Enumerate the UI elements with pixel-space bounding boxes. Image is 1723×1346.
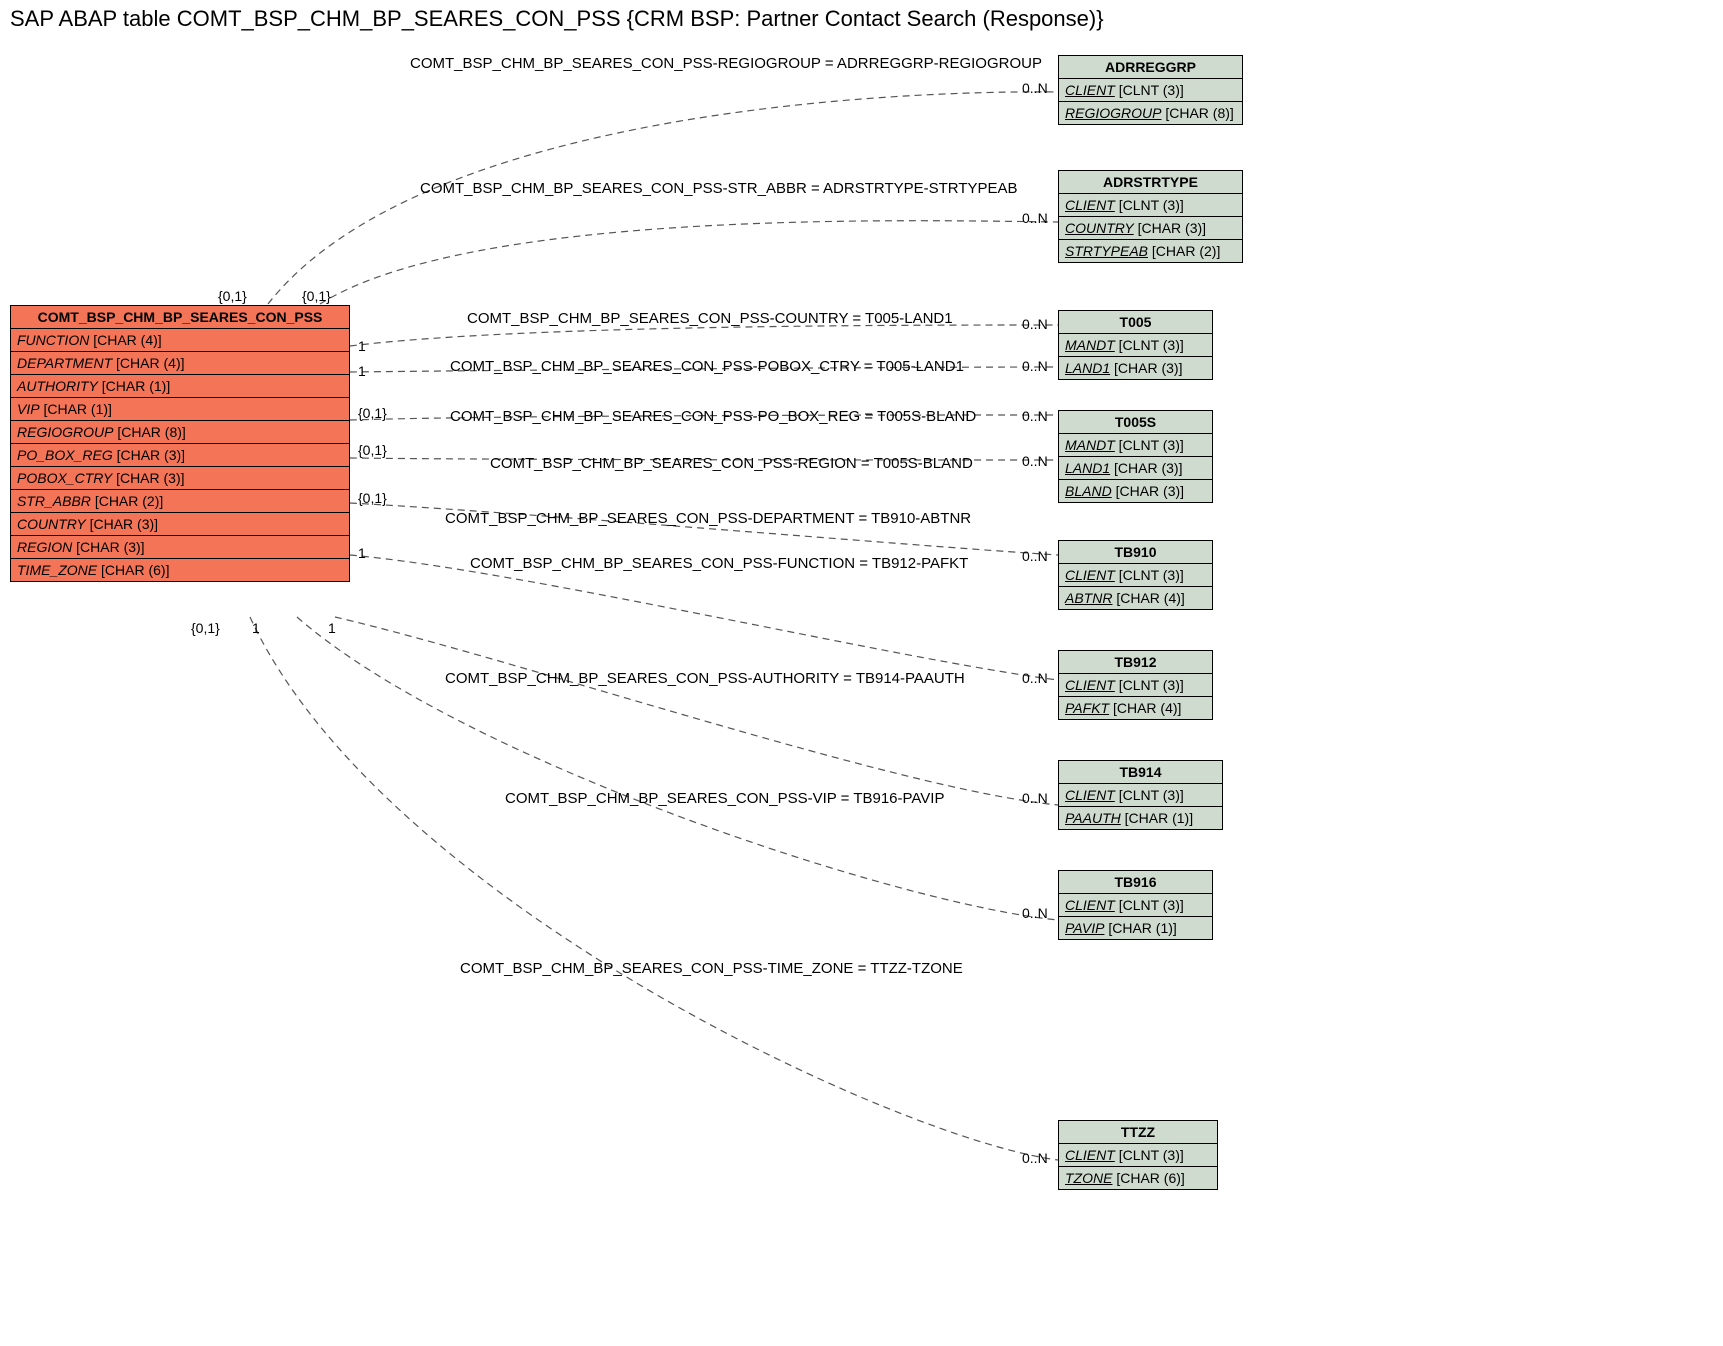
entity-header: TTZZ [1059,1121,1217,1144]
entity-field: CLIENT [CLNT (3)] [1059,79,1242,102]
entity-adrreggrp: ADRREGGRP CLIENT [CLNT (3)] REGIOGROUP [… [1058,55,1243,125]
relation-label: COMT_BSP_CHM_BP_SEARES_CON_PSS-AUTHORITY… [445,670,965,687]
cardinality-right: 0..N [1022,408,1048,424]
entity-field: DEPARTMENT [CHAR (4)] [11,352,349,375]
entity-field: REGIOGROUP [CHAR (8)] [1059,102,1242,124]
entity-adrstrtype: ADRSTRTYPE CLIENT [CLNT (3)] COUNTRY [CH… [1058,170,1243,263]
entity-tb912: TB912 CLIENT [CLNT (3)] PAFKT [CHAR (4)] [1058,650,1213,720]
entity-header: ADRSTRTYPE [1059,171,1242,194]
cardinality-right: 0..N [1022,790,1048,806]
entity-field: VIP [CHAR (1)] [11,398,349,421]
entity-field: PO_BOX_REG [CHAR (3)] [11,444,349,467]
entity-field: MANDT [CLNT (3)] [1059,334,1212,357]
entity-tb916: TB916 CLIENT [CLNT (3)] PAVIP [CHAR (1)] [1058,870,1213,940]
entity-field: PAFKT [CHAR (4)] [1059,697,1212,719]
entity-header: TB914 [1059,761,1222,784]
entity-field: BLAND [CHAR (3)] [1059,480,1212,502]
entity-field: CLIENT [CLNT (3)] [1059,894,1212,917]
entity-field: TIME_ZONE [CHAR (6)] [11,559,349,581]
cardinality-left: {0,1} [302,288,331,304]
cardinality-right: 0..N [1022,210,1048,226]
entity-field: STRTYPEAB [CHAR (2)] [1059,240,1242,262]
cardinality-right: 0..N [1022,358,1048,374]
page-title: SAP ABAP table COMT_BSP_CHM_BP_SEARES_CO… [10,6,1104,32]
entity-tb910: TB910 CLIENT [CLNT (3)] ABTNR [CHAR (4)] [1058,540,1213,610]
cardinality-left: {0,1} [218,288,247,304]
cardinality-right: 0..N [1022,548,1048,564]
relation-label: COMT_BSP_CHM_BP_SEARES_CON_PSS-TIME_ZONE… [460,960,963,977]
entity-field: FUNCTION [CHAR (4)] [11,329,349,352]
entity-field: TZONE [CHAR (6)] [1059,1167,1217,1189]
relation-label: COMT_BSP_CHM_BP_SEARES_CON_PSS-DEPARTMEN… [445,510,971,527]
entity-field: CLIENT [CLNT (3)] [1059,1144,1217,1167]
cardinality-left: {0,1} [358,405,387,421]
cardinality-left: 1 [252,620,260,636]
entity-field: CLIENT [CLNT (3)] [1059,674,1212,697]
cardinality-right: 0..N [1022,80,1048,96]
cardinality-left: 1 [358,545,366,561]
relation-label: COMT_BSP_CHM_BP_SEARES_CON_PSS-POBOX_CTR… [450,358,964,375]
entity-header: TB910 [1059,541,1212,564]
entity-field: POBOX_CTRY [CHAR (3)] [11,467,349,490]
cardinality-right: 0..N [1022,670,1048,686]
cardinality-left: 1 [358,338,366,354]
cardinality-right: 0..N [1022,453,1048,469]
entity-header: TB912 [1059,651,1212,674]
entity-header: TB916 [1059,871,1212,894]
entity-field: ABTNR [CHAR (4)] [1059,587,1212,609]
cardinality-right: 0..N [1022,905,1048,921]
entity-field: LAND1 [CHAR (3)] [1059,457,1212,480]
cardinality-right: 0..N [1022,316,1048,332]
entity-main: COMT_BSP_CHM_BP_SEARES_CON_PSS FUNCTION … [10,305,350,582]
relation-label: COMT_BSP_CHM_BP_SEARES_CON_PSS-STR_ABBR … [420,180,1018,197]
entity-t005s: T005S MANDT [CLNT (3)] LAND1 [CHAR (3)] … [1058,410,1213,503]
cardinality-left: 1 [328,620,336,636]
entity-header: T005 [1059,311,1212,334]
cardinality-left: {0,1} [191,620,220,636]
entity-field: LAND1 [CHAR (3)] [1059,357,1212,379]
entity-tb914: TB914 CLIENT [CLNT (3)] PAAUTH [CHAR (1)… [1058,760,1223,830]
entity-field: AUTHORITY [CHAR (1)] [11,375,349,398]
entity-ttzz: TTZZ CLIENT [CLNT (3)] TZONE [CHAR (6)] [1058,1120,1218,1190]
entity-field: MANDT [CLNT (3)] [1059,434,1212,457]
cardinality-left: {0,1} [358,442,387,458]
entity-header: ADRREGGRP [1059,56,1242,79]
entity-field: CLIENT [CLNT (3)] [1059,194,1242,217]
entity-field: CLIENT [CLNT (3)] [1059,784,1222,807]
relation-label: COMT_BSP_CHM_BP_SEARES_CON_PSS-COUNTRY =… [467,310,953,327]
relation-label: COMT_BSP_CHM_BP_SEARES_CON_PSS-FUNCTION … [470,555,968,572]
entity-field: CLIENT [CLNT (3)] [1059,564,1212,587]
entity-field: PAAUTH [CHAR (1)] [1059,807,1222,829]
cardinality-left: 1 [358,363,366,379]
entity-field: COUNTRY [CHAR (3)] [11,513,349,536]
entity-field: COUNTRY [CHAR (3)] [1059,217,1242,240]
entity-main-header: COMT_BSP_CHM_BP_SEARES_CON_PSS [11,306,349,329]
diagram-canvas: SAP ABAP table COMT_BSP_CHM_BP_SEARES_CO… [0,0,1723,1346]
relation-label: COMT_BSP_CHM_BP_SEARES_CON_PSS-REGION = … [490,455,973,472]
relation-label: COMT_BSP_CHM_BP_SEARES_CON_PSS-PO_BOX_RE… [450,408,976,425]
relation-label: COMT_BSP_CHM_BP_SEARES_CON_PSS-VIP = TB9… [505,790,944,807]
cardinality-right: 0..N [1022,1150,1048,1166]
entity-field: STR_ABBR [CHAR (2)] [11,490,349,513]
entity-header: T005S [1059,411,1212,434]
entity-field: REGIOGROUP [CHAR (8)] [11,421,349,444]
cardinality-left: {0,1} [358,490,387,506]
relation-label: COMT_BSP_CHM_BP_SEARES_CON_PSS-REGIOGROU… [410,55,1042,72]
entity-t005: T005 MANDT [CLNT (3)] LAND1 [CHAR (3)] [1058,310,1213,380]
entity-field: REGION [CHAR (3)] [11,536,349,559]
entity-field: PAVIP [CHAR (1)] [1059,917,1212,939]
